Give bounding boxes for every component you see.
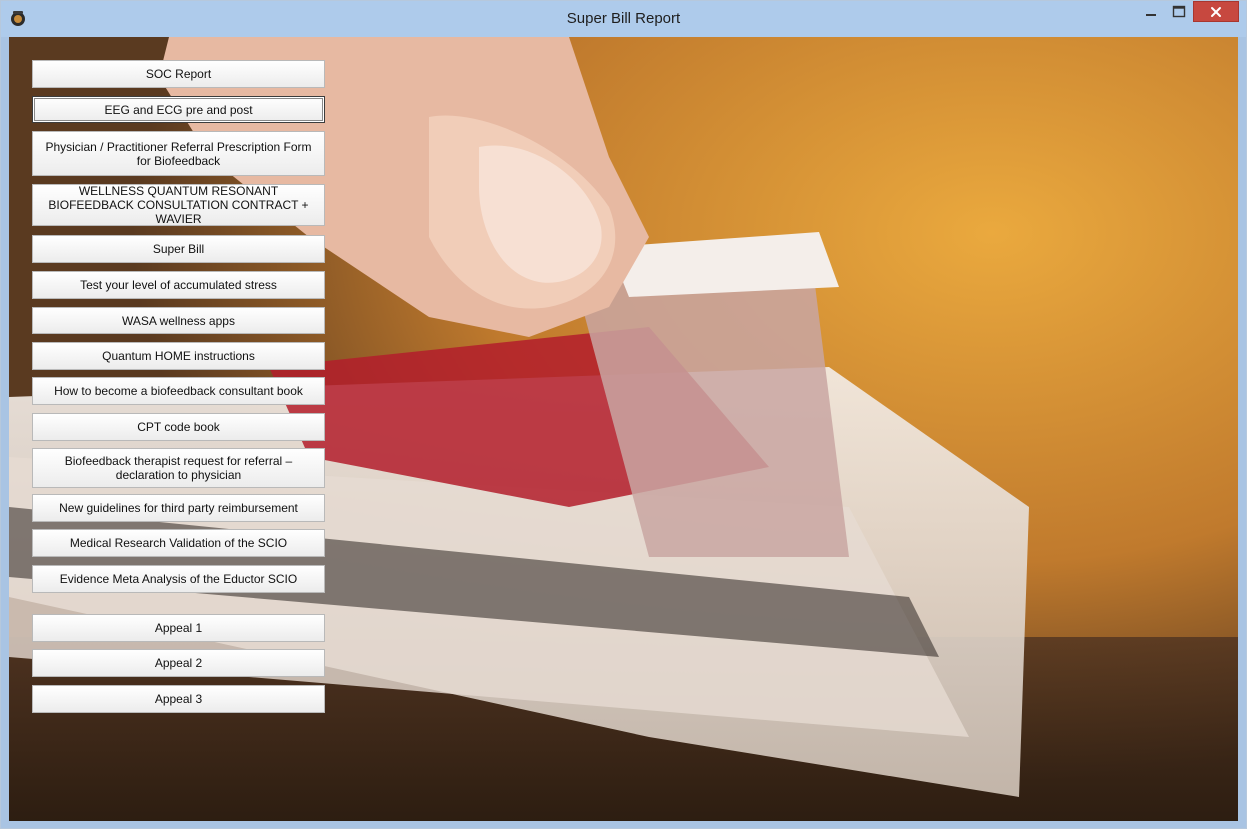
referral-request-label: Biofeedback therapist request for referr… bbox=[64, 454, 293, 482]
window-title: Super Bill Report bbox=[566, 10, 681, 27]
client-area: SOC Report EEG and ECG pre and post Phys… bbox=[9, 37, 1238, 821]
research-validation-label: Medical Research Validation of the SCIO bbox=[69, 536, 288, 550]
eeg-ecg-label: EEG and ECG pre and post bbox=[104, 102, 253, 117]
minimize-icon bbox=[1146, 13, 1156, 16]
referral-request-button[interactable]: Biofeedback therapist request for referr… bbox=[32, 448, 325, 488]
stress-test-label: Test your level of accumulated stress bbox=[80, 278, 277, 292]
wasa-apps-button[interactable]: WASA wellness apps bbox=[32, 307, 325, 334]
cpt-code-book-button[interactable]: CPT code book bbox=[32, 413, 325, 441]
stress-test-button[interactable]: Test your level of accumulated stress bbox=[32, 271, 325, 299]
reimbursement-guidelines-button[interactable]: New guidelines for third party reimburse… bbox=[32, 494, 325, 522]
reimbursement-guidelines-label: New guidelines for third party reimburse… bbox=[59, 501, 298, 515]
appeal-3-button[interactable]: Appeal 3 bbox=[32, 685, 325, 713]
meta-analysis-label: Evidence Meta Analysis of the Eductor SC… bbox=[59, 572, 298, 586]
eeg-ecg-button[interactable]: EEG and ECG pre and post bbox=[32, 96, 325, 123]
consultation-contract-button[interactable]: WELLNESS QUANTUM RESONANT BIOFEEDBACK CO… bbox=[32, 184, 325, 226]
wasa-apps-label: WASA wellness apps bbox=[122, 313, 235, 328]
close-button[interactable] bbox=[1193, 1, 1239, 22]
appeal-2-button[interactable]: Appeal 2 bbox=[32, 649, 325, 677]
soc-report-button[interactable]: SOC Report bbox=[32, 60, 325, 88]
appeal-3-label: Appeal 3 bbox=[154, 692, 203, 706]
maximize-button[interactable] bbox=[1165, 1, 1193, 22]
soc-report-label: SOC Report bbox=[145, 67, 212, 81]
referral-prescription-label: Physician / Practitioner Referral Prescr… bbox=[45, 139, 312, 168]
consultant-book-label: How to become a biofeedback consultant b… bbox=[54, 384, 303, 398]
app-window: Super Bill Report SOC Report EEG and ECG… bbox=[0, 0, 1247, 829]
appeal-2-label: Appeal 2 bbox=[154, 656, 203, 670]
super-bill-label: Super Bill bbox=[152, 242, 205, 256]
maximize-icon bbox=[1172, 5, 1186, 17]
appeal-1-button[interactable]: Appeal 1 bbox=[32, 614, 325, 642]
super-bill-button[interactable]: Super Bill bbox=[32, 235, 325, 263]
research-validation-button[interactable]: Medical Research Validation of the SCIO bbox=[32, 529, 325, 557]
consultation-contract-label: WELLNESS QUANTUM RESONANT BIOFEEDBACK CO… bbox=[48, 184, 309, 226]
referral-prescription-button[interactable]: Physician / Practitioner Referral Prescr… bbox=[32, 131, 325, 176]
quantum-home-button[interactable]: Quantum HOME instructions bbox=[32, 342, 325, 370]
close-icon bbox=[1211, 6, 1221, 17]
meta-analysis-button[interactable]: Evidence Meta Analysis of the Eductor SC… bbox=[32, 565, 325, 593]
appeal-1-label: Appeal 1 bbox=[154, 621, 203, 635]
minimize-button[interactable] bbox=[1137, 1, 1165, 22]
cpt-code-book-label: CPT code book bbox=[137, 420, 220, 434]
title-bar[interactable]: Super Bill Report bbox=[1, 1, 1246, 37]
consultant-book-button[interactable]: How to become a biofeedback consultant b… bbox=[32, 377, 325, 405]
quantum-home-label: Quantum HOME instructions bbox=[102, 349, 255, 363]
